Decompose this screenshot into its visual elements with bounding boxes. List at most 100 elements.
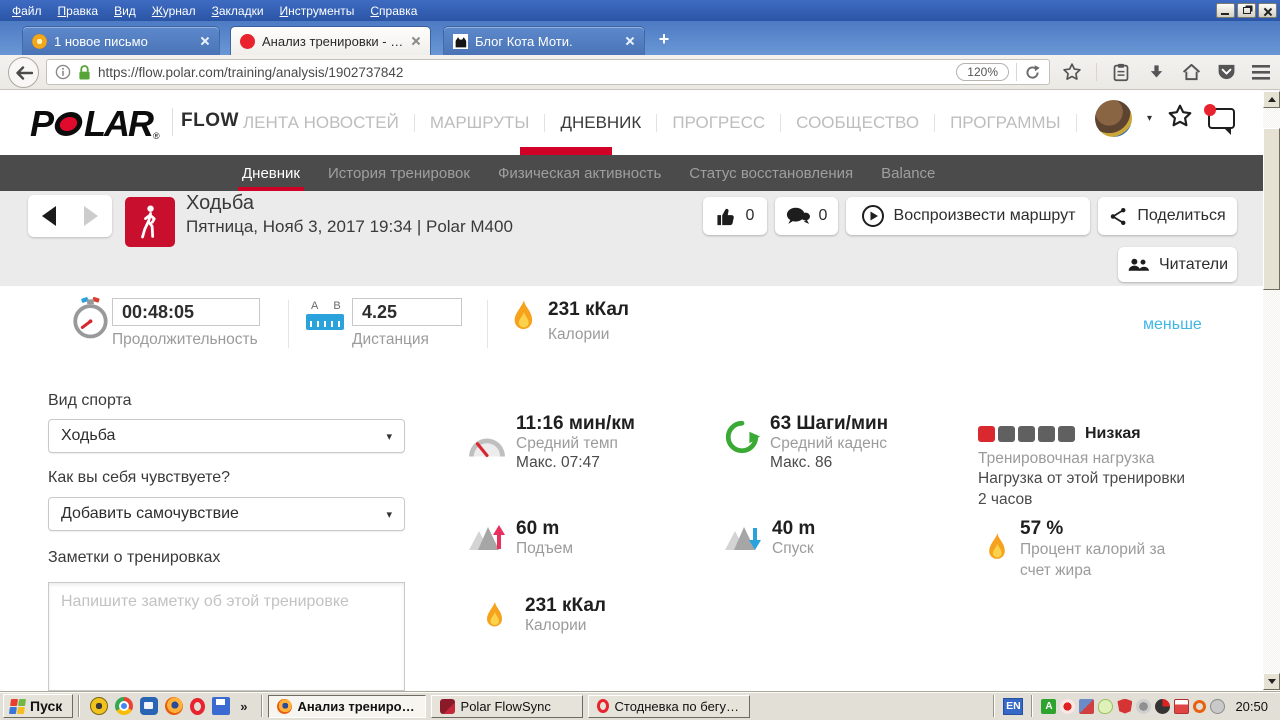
- page-info-icon[interactable]: [55, 64, 71, 80]
- chevron-down-icon[interactable]: ▾: [1147, 113, 1152, 124]
- comments-button[interactable]: 0: [775, 197, 838, 235]
- collapse-link[interactable]: меньше: [1143, 316, 1202, 334]
- previous-session-button[interactable]: [28, 195, 70, 237]
- feeling-select[interactable]: Добавить самочувствие ▾: [48, 497, 405, 531]
- tab-close-icon[interactable]: [625, 36, 635, 46]
- replay-route-button[interactable]: Воспроизвести маршрут: [846, 197, 1090, 235]
- scroll-up-button[interactable]: [1263, 91, 1280, 108]
- reload-icon[interactable]: [1024, 64, 1041, 81]
- divider: [1031, 695, 1034, 717]
- overflow-chevron-icon[interactable]: »: [237, 699, 250, 714]
- downloads-icon[interactable]: [1145, 61, 1167, 83]
- subnav-recovery[interactable]: Статус восстановления: [675, 155, 867, 191]
- next-session-button[interactable]: [70, 195, 112, 237]
- home-icon[interactable]: [1180, 61, 1202, 83]
- avatar[interactable]: [1094, 100, 1132, 137]
- polar-logo[interactable]: P LAR ®: [30, 103, 160, 145]
- nav-community[interactable]: СООБЩЕСТВО: [781, 113, 934, 133]
- replay-route-label: Воспроизвести маршрут: [893, 207, 1076, 224]
- taskbar-clock[interactable]: 20:50: [1235, 699, 1268, 714]
- thumbs-up-icon: [716, 208, 734, 225]
- close-button[interactable]: [1258, 3, 1277, 18]
- address-bar[interactable]: https://flow.polar.com/training/analysis…: [46, 59, 1050, 85]
- readers-button[interactable]: Читатели: [1118, 247, 1237, 282]
- pocket-icon[interactable]: [1215, 61, 1237, 83]
- language-indicator[interactable]: EN: [1003, 697, 1024, 715]
- menu-bookmarks[interactable]: Закладки: [204, 2, 272, 20]
- back-button[interactable]: [8, 57, 39, 88]
- toolbar-icons: [1061, 59, 1272, 85]
- https-lock-icon[interactable]: [78, 64, 91, 81]
- tray-icon-mail[interactable]: [1174, 698, 1190, 714]
- tab-close-icon[interactable]: [200, 36, 210, 46]
- pace-max: Макс. 07:47: [516, 454, 600, 471]
- mail-favicon-icon: [32, 33, 47, 49]
- minimize-button[interactable]: [1216, 3, 1235, 18]
- tab-mail[interactable]: 1 новое письмо: [23, 27, 219, 55]
- menu-tools[interactable]: Инструменты: [272, 2, 363, 20]
- sport-select[interactable]: Ходьба ▾: [48, 419, 405, 453]
- notes-textarea[interactable]: [48, 582, 405, 691]
- bookmark-star-icon[interactable]: [1061, 61, 1083, 83]
- save-floppy-icon[interactable]: [212, 697, 231, 715]
- nav-routes[interactable]: МАРШРУТЫ: [415, 113, 545, 133]
- taskbar-task-opera[interactable]: Стодневка по бегу-9. ...: [587, 694, 750, 718]
- scroll-down-button[interactable]: [1263, 673, 1280, 690]
- nav-diary[interactable]: ДНЕВНИК: [545, 113, 656, 133]
- start-button[interactable]: Пуск: [3, 694, 74, 718]
- menu-view[interactable]: Вид: [106, 2, 144, 20]
- messages-icon[interactable]: [1204, 104, 1235, 135]
- tab-blog[interactable]: Блог Кота Моти.: [444, 27, 644, 55]
- session-sport-title: Ходьба: [186, 192, 255, 214]
- pace-value: 11:16 мин/км: [516, 413, 635, 434]
- page-viewport: P LAR ® FLOW ЛЕНТА НОВОСТЕЙ МАРШРУТЫ ДНЕ…: [0, 90, 1280, 691]
- tray-icon-orange-ring[interactable]: [1193, 699, 1207, 713]
- tray-icon-clock[interactable]: [1210, 698, 1226, 714]
- subnav-diary[interactable]: Дневник: [228, 155, 314, 191]
- tray-icon-shield[interactable]: [1117, 698, 1133, 714]
- subnav-activity[interactable]: Физическая активность: [484, 155, 675, 191]
- thunderbird-icon[interactable]: [140, 697, 159, 715]
- tray-icon-dark-red[interactable]: [1155, 698, 1171, 714]
- tray-icon-a[interactable]: A: [1041, 698, 1057, 714]
- daemon-tools-icon[interactable]: [90, 697, 109, 715]
- tray-icon-network[interactable]: [1079, 698, 1095, 714]
- nav-programs[interactable]: ПРОГРАММЫ: [935, 113, 1076, 133]
- new-tab-button[interactable]: +: [652, 29, 676, 50]
- favorites-star-icon[interactable]: [1167, 103, 1193, 134]
- training-header-band: Ходьба Пятница, Нояб 3, 2017 19:34 | Pol…: [0, 191, 1263, 286]
- tab-close-icon[interactable]: [411, 36, 421, 46]
- like-button[interactable]: 0: [703, 197, 767, 235]
- menu-help[interactable]: Справка: [362, 2, 425, 20]
- menu-history[interactable]: Журнал: [144, 2, 204, 20]
- share-button[interactable]: Поделиться: [1098, 197, 1237, 235]
- restore-button[interactable]: [1237, 3, 1256, 18]
- duration-input[interactable]: [112, 298, 260, 326]
- subnav-balance[interactable]: Balance: [867, 155, 949, 191]
- taskbar-task-flowsync[interactable]: Polar FlowSync: [430, 694, 583, 718]
- subnav-history[interactable]: История тренировок: [314, 155, 484, 191]
- bookmarks-clipboard-icon[interactable]: [1110, 61, 1132, 83]
- zoom-level-indicator[interactable]: 120%: [956, 63, 1009, 81]
- menu-file[interactable]: Файл: [4, 2, 50, 20]
- chrome-icon[interactable]: [115, 697, 134, 715]
- page-scrollbar[interactable]: [1263, 90, 1280, 691]
- tray-icon-leaf[interactable]: [1098, 698, 1114, 714]
- nav-progress[interactable]: ПРОГРЕСС: [657, 113, 780, 133]
- opera-icon[interactable]: [190, 697, 206, 715]
- nav-feed[interactable]: ЛЕНТА НОВОСТЕЙ: [228, 113, 414, 133]
- distance-input[interactable]: [352, 298, 462, 326]
- tray-icon-webcam[interactable]: [1136, 698, 1152, 714]
- menu-edit[interactable]: Правка: [50, 2, 107, 20]
- tab-polar-analysis[interactable]: Анализ тренировки - Polar F...: [231, 27, 430, 55]
- window-controls: [1216, 3, 1277, 18]
- tray-icon-red-dot[interactable]: [1060, 698, 1076, 714]
- scrollbar-thumb[interactable]: [1263, 128, 1280, 290]
- pace-label: Средний темп: [516, 435, 618, 452]
- taskbar-task-firefox[interactable]: Анализ тренировки - ...: [267, 694, 426, 718]
- fat-label: Процент калорий за счет жира: [1020, 541, 1166, 579]
- hamburger-menu-icon[interactable]: [1250, 61, 1272, 83]
- url-text[interactable]: https://flow.polar.com/training/analysis…: [98, 65, 949, 80]
- tray-a-glyph: A: [1045, 700, 1053, 712]
- firefox-icon[interactable]: [165, 697, 184, 715]
